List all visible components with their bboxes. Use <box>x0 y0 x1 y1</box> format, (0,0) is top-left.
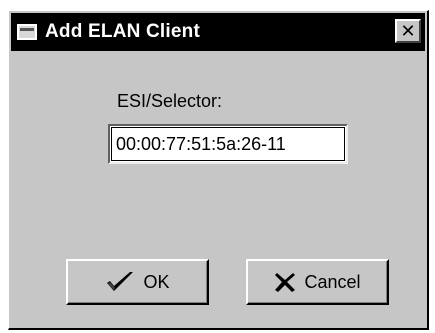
window-title: Add ELAN Client <box>45 21 200 42</box>
esi-selector-label: ESI/Selector: <box>117 91 223 111</box>
close-icon: ✕ <box>400 21 416 41</box>
x-icon <box>274 271 296 293</box>
check-icon <box>105 270 135 294</box>
esi-selector-input[interactable] <box>108 124 348 164</box>
system-menu-icon[interactable] <box>17 24 37 40</box>
close-button[interactable]: ✕ <box>395 19 421 43</box>
add-elan-client-dialog: Add ELAN Client ✕ ESI/Selector: OK Cance… <box>8 10 429 330</box>
cancel-button[interactable]: Cancel <box>246 259 389 305</box>
ok-label: OK <box>143 271 170 292</box>
cancel-label: Cancel <box>304 271 361 292</box>
title-bar[interactable]: Add ELAN Client ✕ <box>11 13 425 51</box>
ok-button[interactable]: OK <box>66 259 209 305</box>
